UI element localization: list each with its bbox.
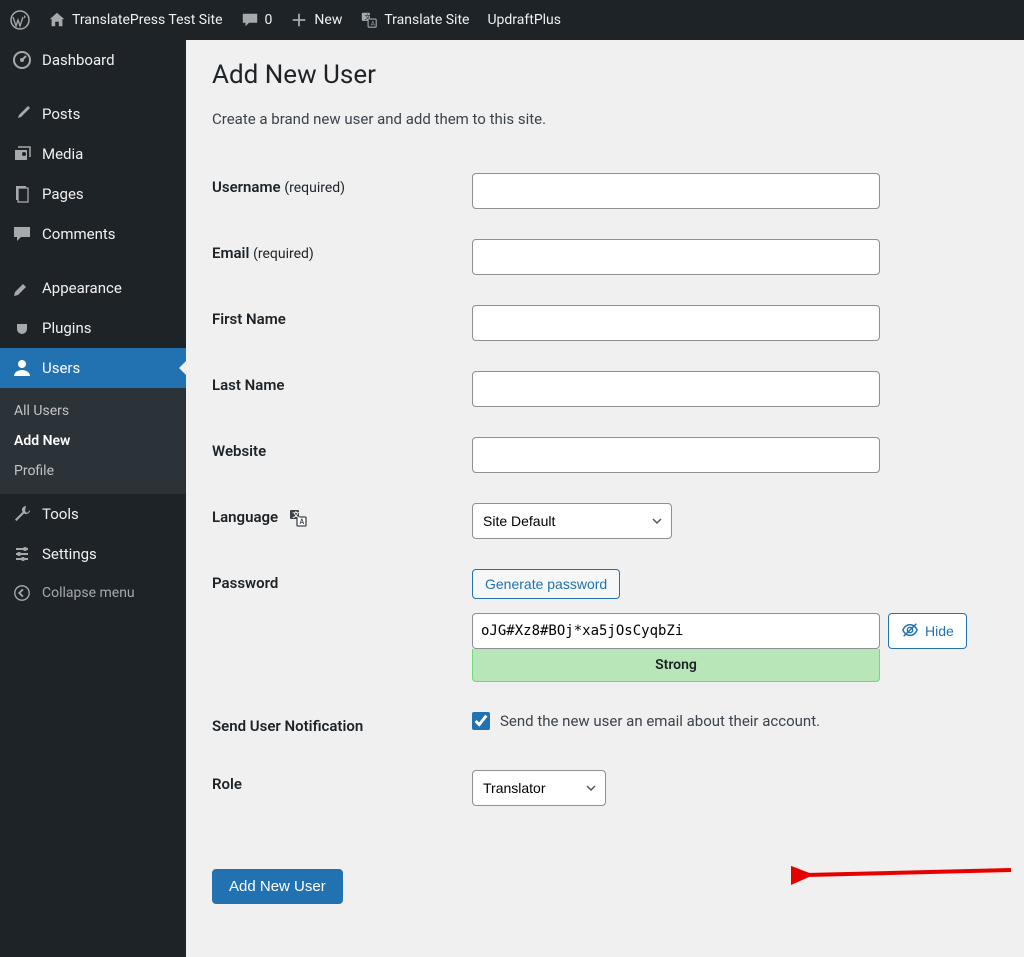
- notification-checkbox[interactable]: [472, 712, 490, 730]
- page-intro: Create a brand new user and add them to …: [212, 110, 998, 128]
- submenu-users: All Users Add New Profile: [0, 388, 186, 494]
- page-title: Add New User: [212, 60, 998, 90]
- menu-users[interactable]: Users: [0, 348, 186, 388]
- password-strength: Strong: [472, 649, 880, 682]
- label-role: Role: [212, 755, 462, 821]
- new-label: New: [314, 12, 342, 28]
- label-lastname: Last Name: [212, 356, 462, 422]
- posts-icon: [12, 104, 32, 124]
- firstname-input[interactable]: [472, 305, 880, 341]
- website-input[interactable]: [472, 437, 880, 473]
- role-select[interactable]: Translator: [472, 770, 606, 806]
- comment-icon: [241, 11, 259, 29]
- menu-pages[interactable]: Pages: [0, 174, 186, 214]
- hide-password-button[interactable]: Hide: [888, 613, 967, 649]
- pages-icon: [12, 184, 32, 204]
- menu-appearance-label: Appearance: [42, 279, 122, 297]
- menu-settings[interactable]: Settings: [0, 534, 186, 574]
- comments-icon: [12, 224, 32, 244]
- menu-tools-label: Tools: [42, 505, 79, 523]
- notification-label[interactable]: Send the new user an email about their a…: [472, 712, 988, 730]
- media-icon: [12, 144, 32, 164]
- menu-media[interactable]: Media: [0, 134, 186, 174]
- submenu-all-users[interactable]: All Users: [0, 396, 186, 426]
- label-email: Email (required): [212, 224, 462, 290]
- dashboard-icon: [12, 50, 32, 70]
- collapse-label: Collapse menu: [42, 585, 135, 601]
- email-input[interactable]: [472, 239, 880, 275]
- translate-site-label: Translate Site: [384, 12, 469, 28]
- svg-text:A: A: [299, 518, 304, 526]
- wordpress-icon: [10, 10, 30, 30]
- collapse-menu[interactable]: Collapse menu: [0, 574, 186, 612]
- submenu-profile[interactable]: Profile: [0, 456, 186, 486]
- users-icon: [12, 358, 32, 378]
- translate-icon: 文A: [288, 508, 308, 528]
- label-website: Website: [212, 422, 462, 488]
- label-password: Password: [212, 554, 462, 697]
- menu-plugins-label: Plugins: [42, 319, 91, 337]
- username-input[interactable]: [472, 173, 880, 209]
- label-firstname: First Name: [212, 290, 462, 356]
- add-user-button[interactable]: Add New User: [212, 869, 343, 904]
- hide-label: Hide: [925, 623, 954, 639]
- site-name[interactable]: TranslatePress Test Site: [48, 11, 223, 29]
- appearance-icon: [12, 278, 32, 298]
- menu-dashboard[interactable]: Dashboard: [0, 40, 186, 80]
- language-select[interactable]: Site Default: [472, 503, 672, 539]
- new-content[interactable]: New: [290, 11, 342, 29]
- user-form: Username (required) Email (required) Fir…: [212, 158, 998, 821]
- menu-posts-label: Posts: [42, 105, 80, 123]
- lastname-input[interactable]: [472, 371, 880, 407]
- label-notification: Send User Notification: [212, 697, 462, 755]
- home-icon: [48, 11, 66, 29]
- translate-icon: 文A: [360, 11, 378, 29]
- comments-count: 0: [265, 12, 273, 28]
- tools-icon: [12, 504, 32, 524]
- notification-text: Send the new user an email about their a…: [500, 712, 820, 730]
- generate-password-button[interactable]: Generate password: [472, 569, 620, 599]
- label-username: Username (required): [212, 158, 462, 224]
- menu-settings-label: Settings: [42, 545, 97, 563]
- menu-pages-label: Pages: [42, 185, 84, 203]
- menu-comments-label: Comments: [42, 225, 116, 243]
- menu-media-label: Media: [42, 145, 83, 163]
- menu-plugins[interactable]: Plugins: [0, 308, 186, 348]
- menu-tools[interactable]: Tools: [0, 494, 186, 534]
- plus-icon: [290, 11, 308, 29]
- submenu-add-new[interactable]: Add New: [0, 426, 186, 456]
- updraft-label: UpdraftPlus: [487, 12, 561, 28]
- collapse-icon: [12, 584, 32, 602]
- comments-link[interactable]: 0: [241, 11, 273, 29]
- menu-comments[interactable]: Comments: [0, 214, 186, 254]
- settings-icon: [12, 544, 32, 564]
- translate-site-link[interactable]: 文A Translate Site: [360, 11, 469, 29]
- admin-bar: TranslatePress Test Site 0 New 文A Transl…: [0, 0, 1024, 40]
- main-content: Add New User Create a brand new user and…: [186, 40, 1024, 957]
- plugins-icon: [12, 318, 32, 338]
- wp-logo[interactable]: [10, 10, 30, 30]
- menu-dashboard-label: Dashboard: [42, 51, 115, 69]
- updraft-link[interactable]: UpdraftPlus: [487, 12, 561, 28]
- admin-sidebar: Dashboard Posts Media Pages Comments App…: [0, 40, 186, 957]
- password-input[interactable]: [472, 613, 880, 649]
- menu-posts[interactable]: Posts: [0, 94, 186, 134]
- site-title: TranslatePress Test Site: [72, 12, 223, 28]
- eye-slash-icon: [901, 621, 919, 642]
- label-language: Language 文A: [212, 488, 462, 554]
- menu-users-label: Users: [42, 359, 80, 377]
- menu-appearance[interactable]: Appearance: [0, 268, 186, 308]
